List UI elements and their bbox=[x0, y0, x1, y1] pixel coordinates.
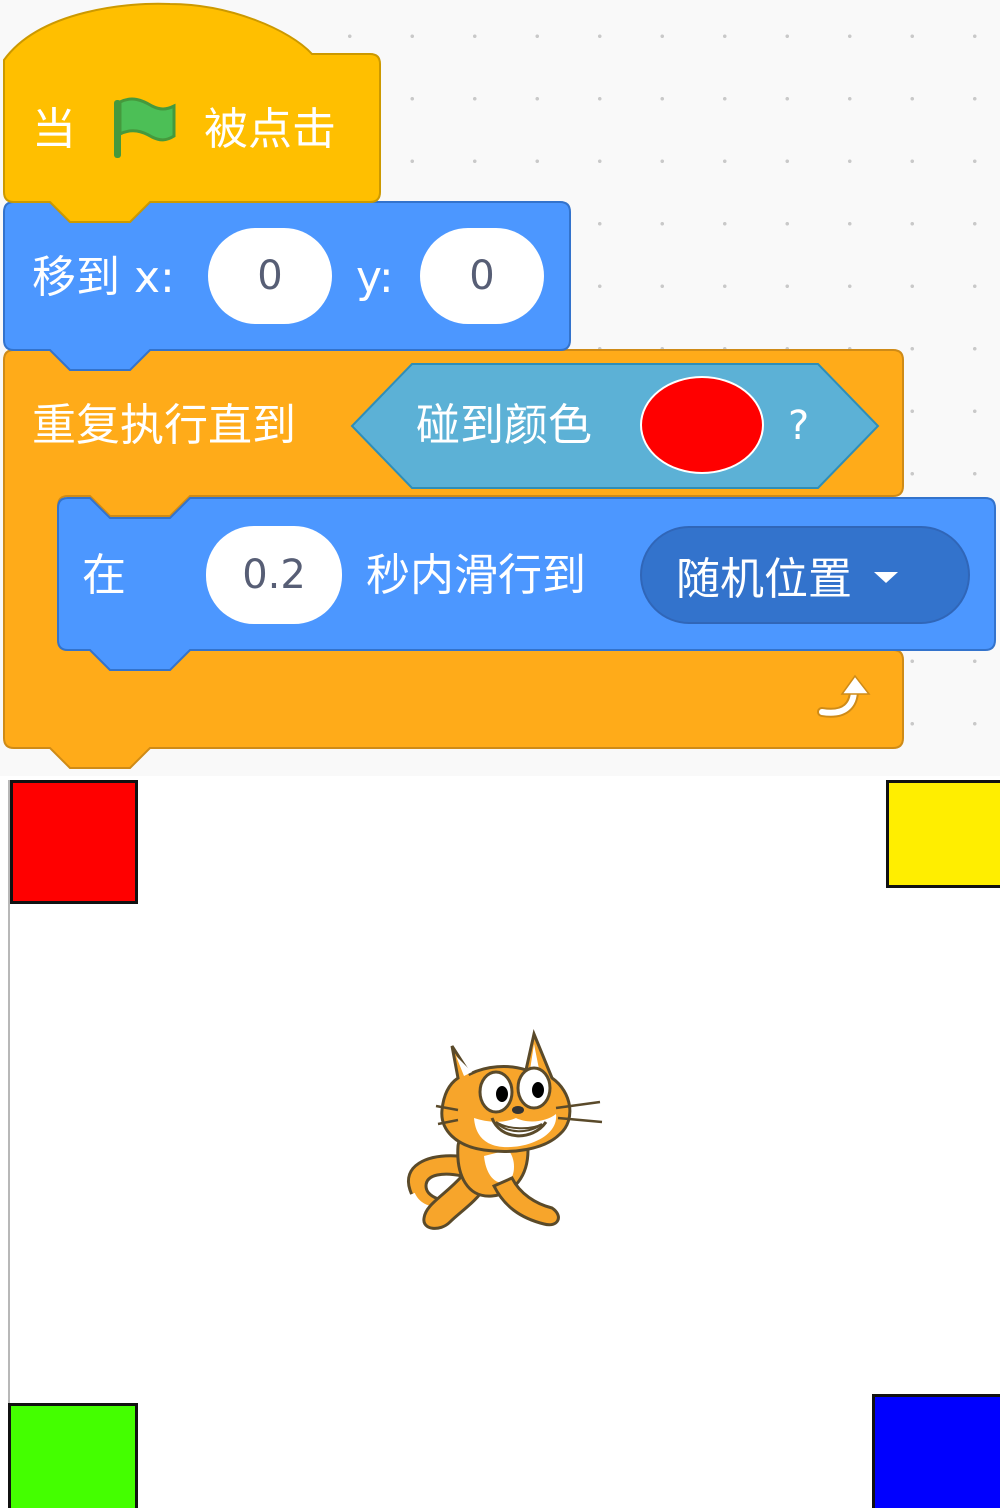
block-shapes bbox=[3, 2, 996, 769]
green-square bbox=[8, 1403, 138, 1508]
glide-seconds-value: 0.2 bbox=[242, 552, 306, 598]
stage[interactable] bbox=[0, 776, 1000, 1508]
touching-color-question: ? bbox=[788, 403, 810, 449]
color-swatch-input[interactable] bbox=[640, 376, 764, 474]
red-square bbox=[10, 780, 138, 904]
dropdown-caret-icon bbox=[874, 571, 898, 583]
goto-y-input[interactable]: 0 bbox=[420, 228, 544, 324]
goto-y-value: 0 bbox=[469, 253, 495, 299]
glide-seconds-input[interactable]: 0.2 bbox=[206, 526, 342, 624]
goto-label: 移到 x: bbox=[32, 252, 175, 303]
goto-y-label: y: bbox=[356, 252, 394, 303]
goto-x-input[interactable]: 0 bbox=[208, 228, 332, 324]
goto-x-value: 0 bbox=[257, 253, 283, 299]
glide-label-seconds: 秒内滑行到 bbox=[366, 550, 586, 601]
touching-color-label: 碰到颜色 bbox=[416, 400, 592, 451]
code-workspace[interactable]: 当 被点击 移到 x: 0 y: 0 重复执行直到 碰到颜色 ? 在 0.2 秒… bbox=[0, 0, 1000, 776]
glide-target-value: 随机位置 bbox=[676, 554, 852, 605]
yellow-square bbox=[886, 780, 1000, 888]
repeat-until-label: 重复执行直到 bbox=[32, 400, 296, 451]
blue-square bbox=[872, 1394, 1000, 1508]
glide-target-dropdown[interactable]: 随机位置 bbox=[640, 526, 970, 624]
hat-label-when: 当 bbox=[32, 104, 76, 155]
scratch-cat-sprite[interactable] bbox=[396, 1026, 616, 1246]
hat-label-clicked: 被点击 bbox=[204, 104, 336, 155]
glide-label-in: 在 bbox=[82, 550, 126, 601]
